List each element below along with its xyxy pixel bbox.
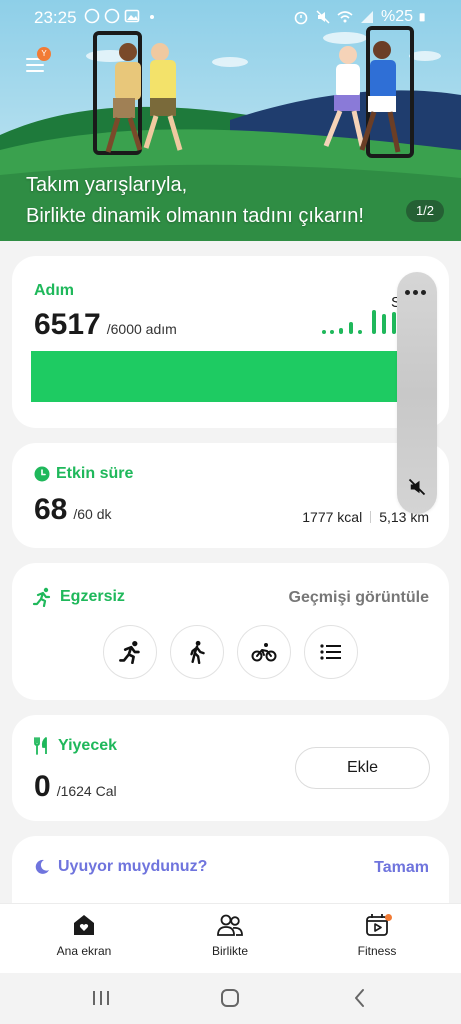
steps-title: Adım	[34, 282, 74, 299]
dot-icon	[150, 15, 154, 19]
status-time: 23:25	[34, 8, 77, 27]
volume-panel[interactable]	[397, 272, 437, 514]
back-icon[interactable]	[349, 987, 371, 1009]
sleep-title: Uyuyor muydunuz?	[58, 858, 208, 875]
home-heart-icon	[74, 915, 94, 935]
exercise-list-button[interactable]	[304, 625, 358, 679]
active-time-title: Etkin süre	[56, 465, 134, 482]
nav-fitness-label: Fitness	[357, 944, 397, 958]
notification-icons	[84, 8, 160, 24]
running-icon	[32, 587, 51, 607]
menu-button[interactable]: Y	[26, 47, 52, 78]
list-icon	[320, 644, 341, 660]
active-time-card[interactable]: Etkin süre 68 /60 dk 1777 kcal 5,13 km	[12, 443, 449, 548]
whatsapp-icon	[104, 8, 120, 24]
nav-together-label: Birlikte	[211, 944, 248, 958]
running-icon	[119, 640, 140, 664]
food-value-row: 0 /1624 Cal	[34, 770, 117, 804]
add-food-button[interactable]: Ekle	[295, 747, 430, 789]
page-indicator: 1/2	[406, 200, 444, 222]
exercise-title: Egzersiz	[60, 588, 125, 605]
cycling-icon	[251, 643, 277, 662]
food-card[interactable]: Yiyecek 0 /1624 Cal Ekle	[12, 715, 449, 821]
steps-count: 6517	[34, 308, 101, 341]
sleep-ok-button[interactable]: Tamam	[374, 859, 429, 877]
battery-text: %25	[380, 8, 413, 25]
home-button-icon[interactable]	[219, 987, 241, 1009]
promo-banner[interactable]: 23:25 %25 Y Takım yarışlarıyla, Birlikte…	[0, 0, 461, 241]
nav-home-label: Ana ekran	[56, 944, 112, 958]
people-icon	[217, 914, 243, 936]
food-title: Yiyecek	[58, 737, 118, 754]
bottom-navigation: Ana ekran Birlikte Fitness	[0, 903, 461, 973]
active-time-header: Etkin süre	[34, 465, 133, 483]
mute-icon	[316, 10, 330, 24]
nav-home[interactable]: Ana ekran	[29, 912, 139, 958]
steps-card[interactable]: Adım 6517 /6000 adım S 10	[12, 256, 449, 428]
whatsapp-icon	[84, 8, 100, 24]
wifi-icon	[337, 11, 353, 23]
battery-icon	[419, 13, 425, 22]
stats-divider	[370, 511, 372, 523]
mute-icon[interactable]	[407, 477, 427, 497]
exercise-card[interactable]: Egzersiz Geçmişi görüntüle	[12, 563, 449, 700]
banner-title: Takım yarışlarıyla, Birlikte dinamik olm…	[26, 174, 364, 227]
nav-together[interactable]: Birlikte	[175, 912, 285, 958]
steps-progress-bar: 10	[31, 351, 431, 402]
clock-icon	[34, 466, 50, 482]
active-time-value-row: 68 /60 dk	[34, 493, 112, 527]
food-header: Yiyecek	[34, 737, 117, 755]
steps-goal: /6000 adım	[106, 321, 177, 337]
sleep-header: Uyuyor muydunuz?	[34, 858, 207, 876]
run-exercise-button[interactable]	[103, 625, 157, 679]
walk-exercise-button[interactable]	[170, 625, 224, 679]
fork-knife-icon	[34, 737, 47, 755]
calories-value: 1777 kcal	[302, 509, 363, 525]
food-calories: 0	[34, 770, 51, 803]
steps-value-row: 6517 /6000 adım	[34, 308, 177, 342]
notification-badge: Y	[37, 47, 51, 61]
moon-icon	[35, 859, 49, 874]
signal-icon	[360, 11, 373, 23]
cycle-exercise-button[interactable]	[237, 625, 291, 679]
new-badge-dot	[385, 914, 392, 921]
recent-apps-icon[interactable]	[90, 987, 112, 1009]
view-history-link[interactable]: Geçmişi görüntüle	[289, 589, 429, 607]
gallery-icon	[124, 9, 140, 23]
exercise-header: Egzersiz	[32, 587, 125, 607]
alarm-icon	[294, 11, 308, 25]
system-icons: %25	[293, 8, 429, 26]
steps-mini-chart	[322, 310, 396, 334]
status-bar: 23:25 %25	[0, 0, 461, 34]
active-time-goal: /60 dk	[73, 506, 112, 522]
system-navigation-bar	[0, 973, 461, 1024]
active-time-value: 68	[34, 493, 68, 526]
food-goal: /1624 Cal	[56, 783, 117, 799]
walking-icon	[190, 640, 205, 664]
more-options-icon[interactable]	[405, 290, 426, 295]
nav-fitness[interactable]: Fitness	[322, 912, 432, 958]
